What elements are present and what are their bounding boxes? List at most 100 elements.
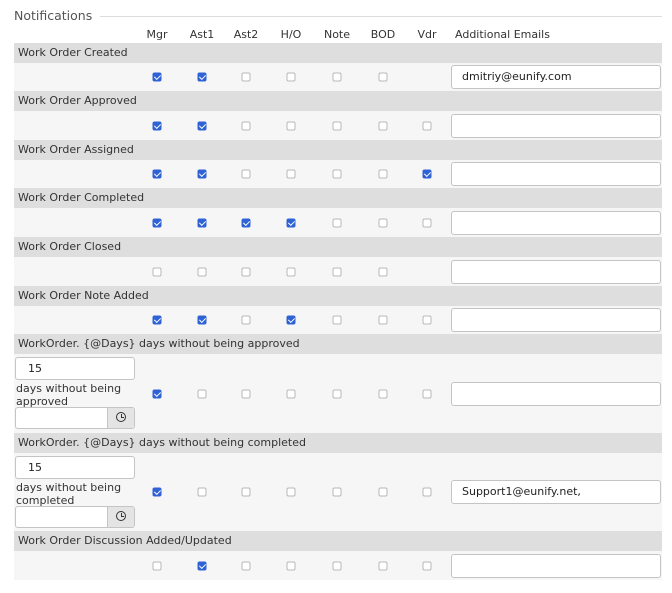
additional-emails-input[interactable] <box>451 162 661 186</box>
checkbox-vdr[interactable] <box>422 487 432 497</box>
checkbox-h-o[interactable] <box>286 315 296 325</box>
additional-emails-input[interactable] <box>451 113 661 138</box>
checkbox-note[interactable] <box>332 72 342 82</box>
clock-icon <box>116 412 126 422</box>
row-header: WorkOrder. {@Days} days without being co… <box>14 433 662 453</box>
checkbox-bod[interactable] <box>378 389 388 398</box>
days-label: days without being completed <box>16 481 122 507</box>
checkbox-ast2[interactable] <box>241 72 251 82</box>
additional-emails-input[interactable]: dmitriy@eunify.com <box>451 65 661 89</box>
checkbox-bod[interactable] <box>378 561 388 570</box>
additional-emails-input[interactable] <box>451 381 661 406</box>
checkbox-ast2[interactable] <box>241 389 251 398</box>
row-header: Work Order Completed <box>14 188 662 208</box>
days-label: days without being approved <box>16 382 122 408</box>
checkbox-mgr[interactable] <box>152 72 162 82</box>
row-header: Work Order Discussion Added/Updated <box>14 531 662 551</box>
time-input[interactable] <box>15 407 135 429</box>
additional-emails-input[interactable] <box>451 308 661 332</box>
column-header-additional-emails: Additional Emails <box>455 28 550 41</box>
checkbox-ast1[interactable] <box>197 487 207 497</box>
checkbox-h-o[interactable] <box>286 389 296 398</box>
checkbox-bod[interactable] <box>378 218 388 227</box>
checkbox-bod[interactable] <box>378 267 388 276</box>
additional-emails-input[interactable]: Support1@eunify.net, <box>451 480 661 504</box>
checkbox-ast2[interactable] <box>241 169 251 179</box>
checkbox-bod[interactable] <box>378 72 388 82</box>
time-input[interactable] <box>15 506 135 528</box>
column-header-note: Note <box>323 28 351 41</box>
checkbox-mgr[interactable] <box>152 267 162 276</box>
checkbox-vdr[interactable] <box>422 121 432 130</box>
checkbox-ast1[interactable] <box>197 267 207 276</box>
days-input[interactable]: 15 <box>15 357 135 380</box>
checkbox-h-o[interactable] <box>286 267 296 276</box>
checkbox-note[interactable] <box>332 315 342 325</box>
checkbox-vdr[interactable] <box>422 561 432 570</box>
checkbox-h-o[interactable] <box>286 169 296 179</box>
checkbox-bod[interactable] <box>378 169 388 179</box>
checkbox-note[interactable] <box>332 487 342 497</box>
checkbox-note[interactable] <box>332 267 342 276</box>
checkbox-ast1[interactable] <box>197 72 207 82</box>
checkbox-note[interactable] <box>332 169 342 179</box>
checkbox-vdr[interactable] <box>422 389 432 398</box>
row-header: Work Order Note Added <box>14 286 662 306</box>
checkbox-mgr[interactable] <box>152 561 162 570</box>
row-header: Work Order Approved <box>14 91 662 111</box>
checkbox-ast1[interactable] <box>197 389 207 398</box>
checkbox-h-o[interactable] <box>286 218 296 227</box>
row-header: Work Order Assigned <box>14 140 662 160</box>
checkbox-h-o[interactable] <box>286 487 296 497</box>
column-header-vdr: Vdr <box>417 28 437 41</box>
checkbox-ast2[interactable] <box>241 218 251 227</box>
additional-emails-input[interactable] <box>451 259 661 284</box>
checkbox-mgr[interactable] <box>152 315 162 325</box>
checkbox-mgr[interactable] <box>152 389 162 398</box>
checkbox-ast1[interactable] <box>197 169 207 179</box>
checkbox-mgr[interactable] <box>152 121 162 130</box>
checkbox-mgr[interactable] <box>152 218 162 227</box>
section-title: Notifications <box>14 8 93 23</box>
time-picker-button[interactable] <box>107 408 134 428</box>
additional-emails-input[interactable] <box>451 210 661 235</box>
checkbox-ast1[interactable] <box>197 315 207 325</box>
checkbox-mgr[interactable] <box>152 487 162 497</box>
checkbox-ast2[interactable] <box>241 487 251 497</box>
checkbox-ast2[interactable] <box>241 121 251 130</box>
checkbox-note[interactable] <box>332 218 342 227</box>
column-header-h-o: H/O <box>280 28 302 41</box>
checkbox-bod[interactable] <box>378 121 388 130</box>
time-picker-button[interactable] <box>107 507 134 527</box>
days-input[interactable]: 15 <box>15 456 135 479</box>
checkbox-h-o[interactable] <box>286 72 296 82</box>
additional-emails-input[interactable] <box>451 553 661 578</box>
checkbox-note[interactable] <box>332 561 342 570</box>
checkbox-mgr[interactable] <box>152 169 162 179</box>
column-header-ast1: Ast1 <box>189 28 215 41</box>
checkbox-ast1[interactable] <box>197 218 207 227</box>
checkbox-ast1[interactable] <box>197 561 207 570</box>
checkbox-ast1[interactable] <box>197 121 207 130</box>
checkbox-ast2[interactable] <box>241 267 251 276</box>
row-header: Work Order Created <box>14 43 662 63</box>
checkbox-h-o[interactable] <box>286 561 296 570</box>
checkbox-h-o[interactable] <box>286 121 296 130</box>
checkbox-vdr[interactable] <box>422 315 432 325</box>
row-header: Work Order Closed <box>14 237 662 257</box>
row-header: WorkOrder. {@Days} days without being ap… <box>14 334 662 354</box>
checkbox-ast2[interactable] <box>241 561 251 570</box>
column-header-mgr: Mgr <box>146 28 168 41</box>
section-divider <box>100 16 662 17</box>
checkbox-ast2[interactable] <box>241 315 251 325</box>
column-header-bod: BOD <box>370 28 396 41</box>
checkbox-vdr[interactable] <box>422 218 432 227</box>
notifications-panel: Notifications Mgr Ast1 Ast2 H/O Note BOD Vdr Ad… <box>0 0 672 593</box>
checkbox-note[interactable] <box>332 389 342 398</box>
checkbox-vdr[interactable] <box>422 169 432 179</box>
checkbox-note[interactable] <box>332 121 342 130</box>
checkbox-bod[interactable] <box>378 315 388 325</box>
clock-icon <box>116 511 126 521</box>
column-header-ast2: Ast2 <box>233 28 259 41</box>
checkbox-bod[interactable] <box>378 487 388 497</box>
